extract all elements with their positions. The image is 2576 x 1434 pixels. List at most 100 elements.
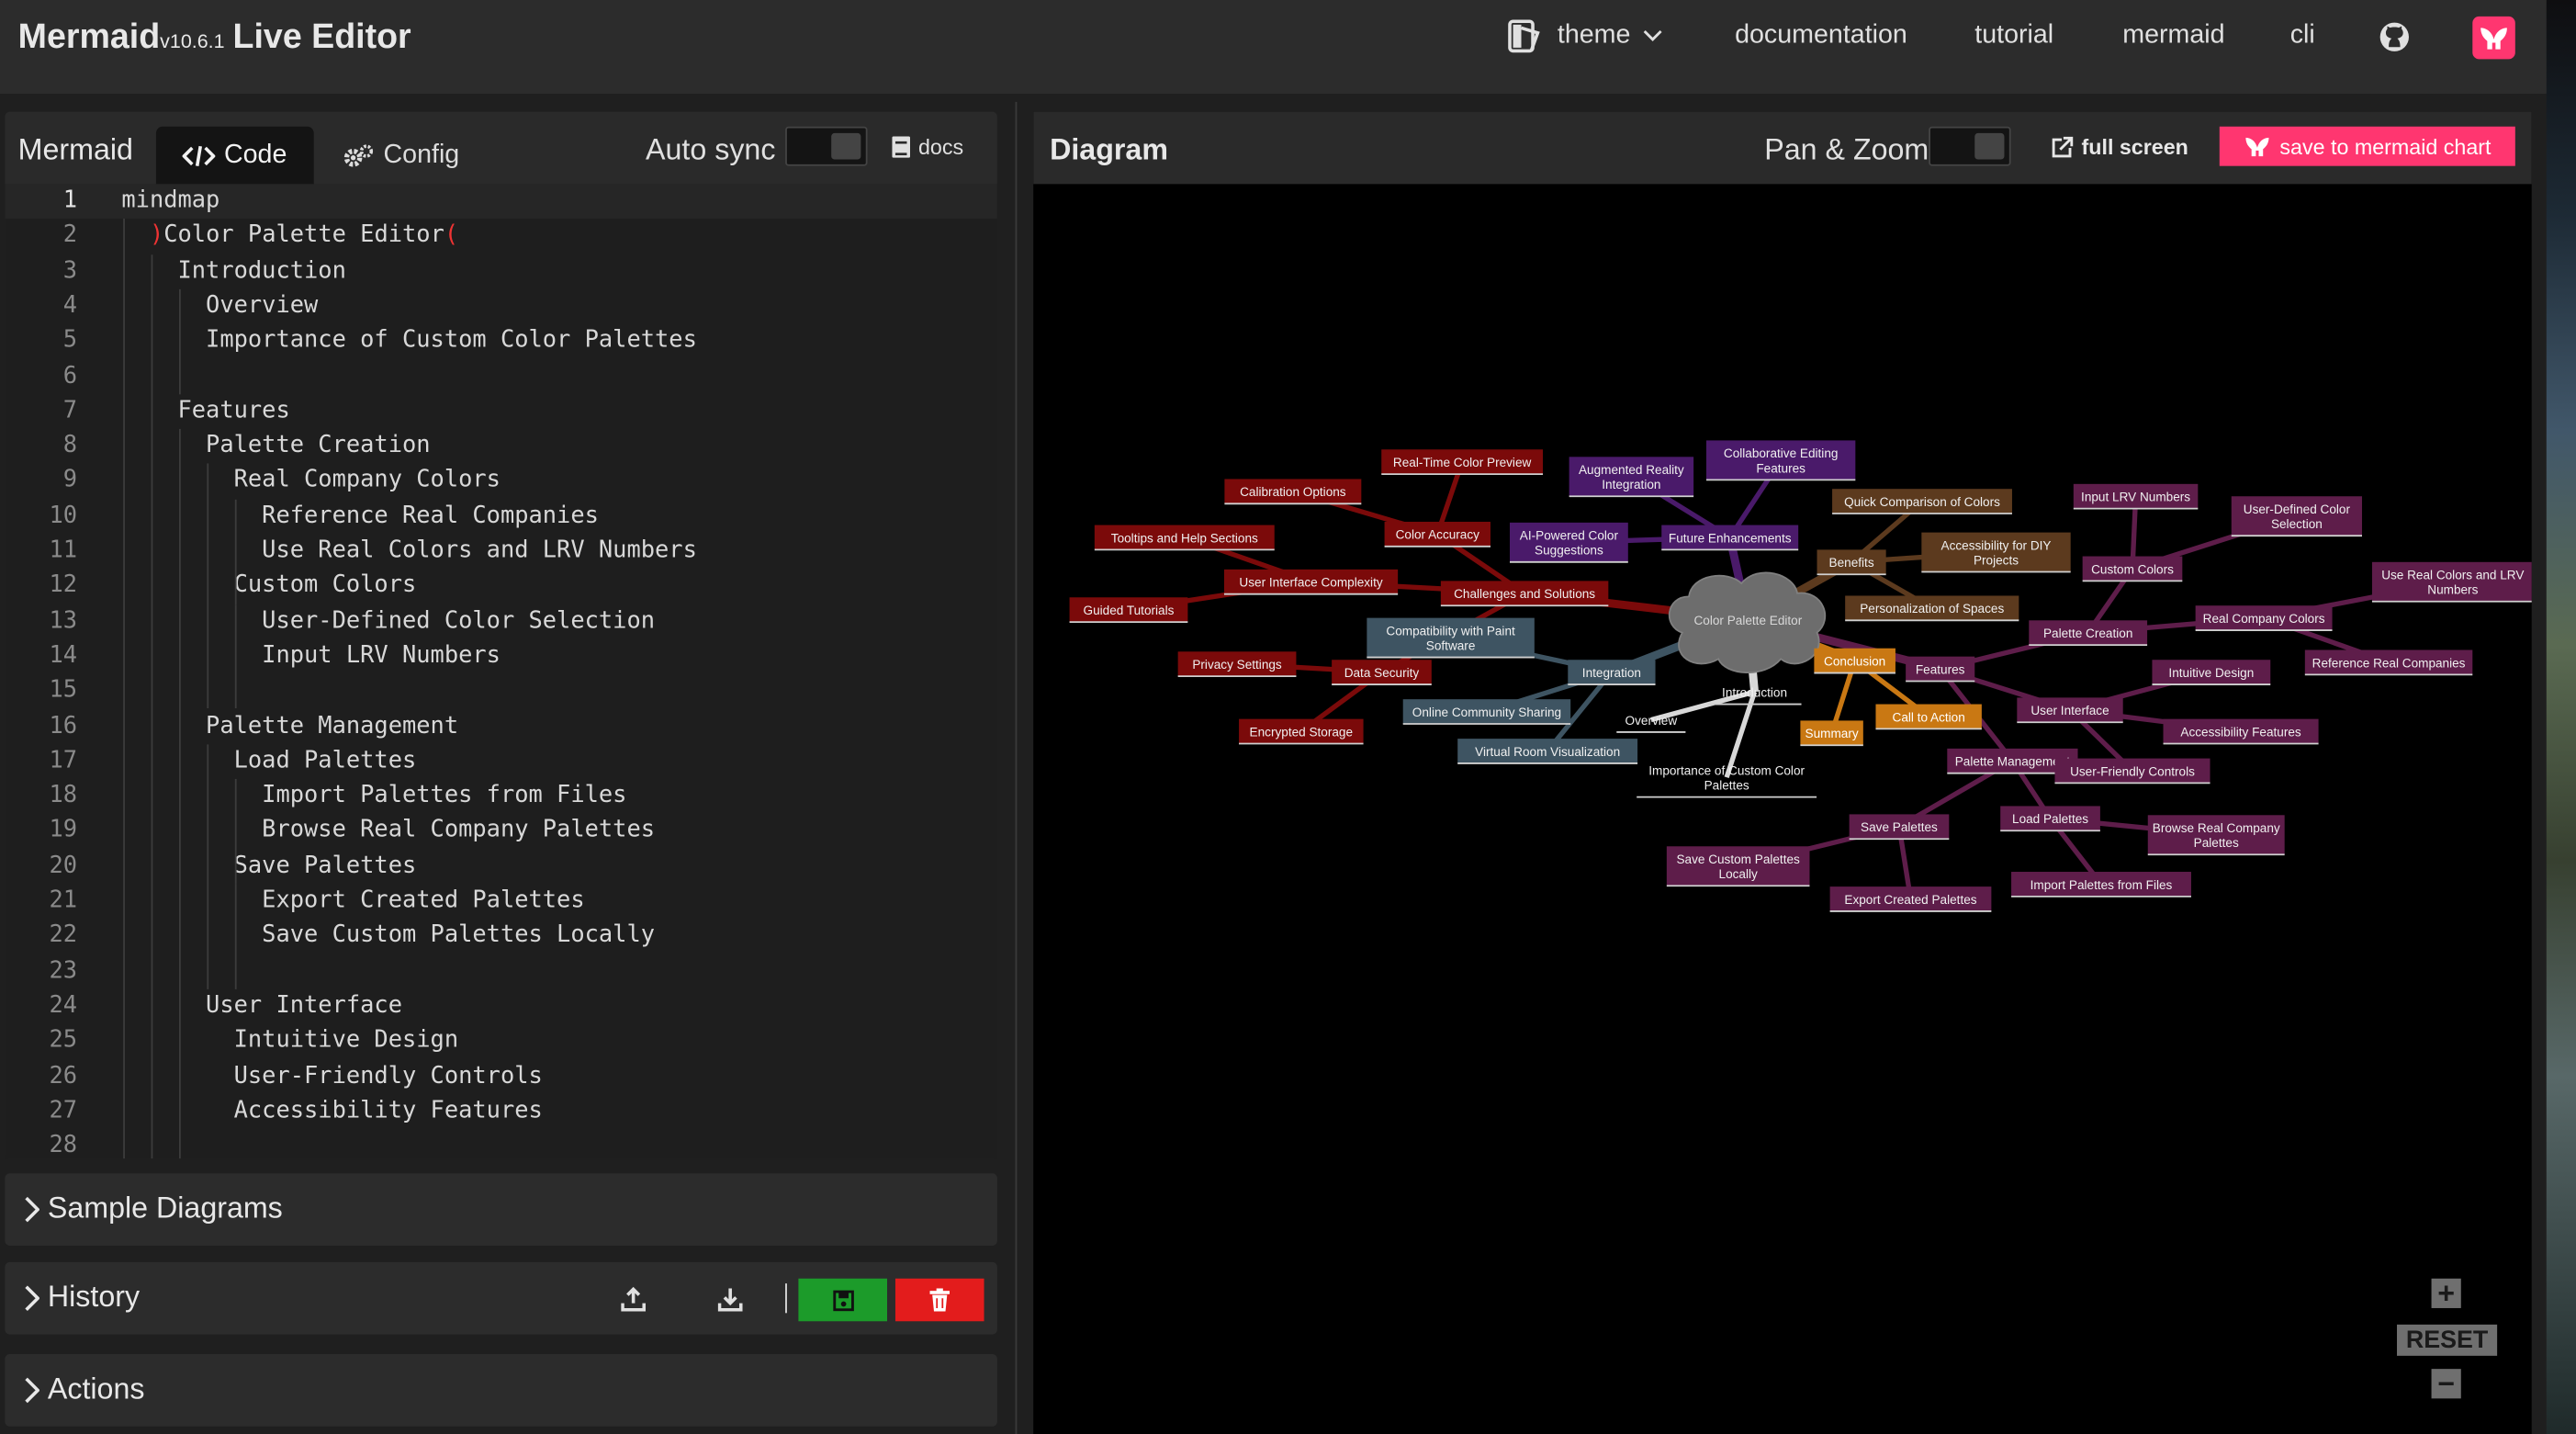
mindmap-node[interactable]: Encrypted Storage	[1239, 718, 1364, 745]
delimiter-open: )	[149, 222, 164, 249]
mindmap-node[interactable]: Input LRV Numbers	[2073, 483, 2199, 510]
mindmap-node-label: Use Real Colors and LRV	[2381, 569, 2524, 582]
mermaid-chart-icon[interactable]	[2472, 16, 2515, 60]
mindmap-node-label: Palettes	[2194, 836, 2239, 850]
mindmap-node[interactable]: Benefits	[1817, 549, 1886, 576]
history-label: History	[47, 1280, 141, 1314]
reset-zoom-button[interactable]: RESET	[2397, 1324, 2498, 1356]
full-screen-label: full screen	[2081, 134, 2188, 160]
mindmap-diagram[interactable]: Color Palette Editor Real-Time Color Prev…	[1033, 184, 2532, 1434]
mindmap-node[interactable]: Features	[1906, 656, 1975, 683]
save-to-mermaid-chart-button[interactable]: save to mermaid chart	[2219, 126, 2515, 166]
mindmap-node-label: Reference Real Companies	[2312, 656, 2466, 670]
mindmap-node[interactable]: Guided Tutorials	[1069, 597, 1188, 623]
theme-menu[interactable]: theme	[1505, 17, 1664, 56]
theme-icon	[1508, 19, 1540, 53]
zoom-out-button[interactable]: −	[2431, 1366, 2461, 1399]
pane-resize-handle[interactable]	[1015, 101, 1018, 1434]
download-icon[interactable]	[717, 1287, 743, 1312]
mindmap-node[interactable]: User Interface	[2017, 697, 2123, 724]
mindmap-node[interactable]: Collaborative EditingFeatures	[1705, 440, 1856, 481]
code-line: 23	[5, 954, 996, 989]
mindmap-node-label: Encrypted Storage	[1250, 725, 1353, 739]
mindmap-node[interactable]: Call to Action	[1875, 704, 1982, 730]
mindmap-node[interactable]: Conclusion	[1814, 648, 1895, 674]
mindmap-node[interactable]: Accessibility for DIYProjects	[1921, 532, 2071, 573]
nav-cli[interactable]: cli	[2290, 21, 2315, 51]
history-section[interactable]: History	[5, 1261, 997, 1335]
delete-history-button[interactable]	[894, 1278, 984, 1322]
code-line: 8 Palette Creation	[5, 429, 996, 464]
code-editor[interactable]: 1 mindmap 2 )Color Palette Editor(3 Introd…	[5, 184, 997, 1159]
mindmap-node-label: Summary	[1805, 727, 1859, 740]
mindmap-node[interactable]: Intuitive Design	[2152, 660, 2271, 685]
code-text: Custom Colors	[121, 572, 417, 599]
upload-icon[interactable]	[621, 1286, 647, 1312]
mindmap-node[interactable]: Save Custom PalettesLocally	[1666, 846, 1810, 887]
brand-name: Mermaid	[17, 17, 161, 56]
auto-sync-toggle[interactable]	[785, 126, 868, 166]
mindmap-node[interactable]: Compatibility with PaintSoftware	[1367, 617, 1535, 659]
mindmap-node[interactable]: User Interface Complexity	[1223, 569, 1399, 595]
mindmap-node[interactable]: User-Defined ColorSelection	[2231, 496, 2362, 537]
mindmap-node[interactable]: Virtual Room Visualization	[1457, 739, 1638, 764]
line-number: 16	[49, 712, 78, 740]
mindmap-node[interactable]: AI-Powered ColorSuggestions	[1509, 522, 1628, 563]
indent-guide	[207, 744, 209, 989]
pan-zoom-toggle[interactable]	[1929, 126, 2011, 166]
mindmap-node[interactable]: Privacy Settings	[1177, 651, 1297, 678]
mindmap-node-label: Color Accuracy	[1396, 528, 1480, 542]
mindmap-node[interactable]: Personalization of Spaces	[1845, 595, 2019, 622]
app-brand[interactable]: Mermaidv10.6.1 Live Editor	[18, 18, 411, 58]
github-icon[interactable]	[2378, 19, 2413, 54]
mindmap-node[interactable]: Future Enhancements	[1661, 525, 1799, 551]
mindmap-node[interactable]: Real-Time Color Preview	[1381, 449, 1544, 475]
code-line: 24 User Interface	[5, 989, 996, 1024]
mindmap-node[interactable]: Quick Comparison of Colors	[1832, 489, 2012, 514]
mindmap-node[interactable]: Reference Real Companies	[2304, 649, 2473, 676]
mindmap-node[interactable]: Overview	[1616, 714, 1686, 733]
mindmap-node[interactable]: Data Security	[1332, 660, 1432, 685]
trash-icon	[929, 1288, 950, 1312]
tab-code[interactable]: Code	[155, 126, 314, 185]
mindmap-node[interactable]: Summary	[1800, 720, 1863, 747]
mindmap-node[interactable]: Use Real Colors and LRVNumbers	[2371, 561, 2532, 603]
mindmap-node[interactable]: Accessibility Features	[2163, 718, 2319, 745]
nav-documentation[interactable]: documentation	[1735, 21, 1907, 51]
mindmap-node[interactable]: Save Palettes	[1849, 814, 1950, 841]
mindmap-node[interactable]: Augmented RealityIntegration	[1569, 457, 1694, 498]
zoom-in-button[interactable]: +	[2431, 1276, 2461, 1309]
code-text: Save Palettes	[121, 852, 417, 879]
mindmap-node[interactable]: Tooltips and Help Sections	[1094, 525, 1275, 551]
sample-diagrams-section[interactable]: Sample Diagrams	[5, 1173, 997, 1246]
full-screen-link[interactable]: full screen	[2052, 135, 2188, 160]
mindmap-node[interactable]: User-Friendly Controls	[2054, 758, 2210, 785]
mindmap-node[interactable]: Import Palettes from Files	[2011, 872, 2191, 898]
code-text: User Interface	[121, 992, 403, 1019]
docs-link[interactable]: docs	[892, 135, 963, 160]
save-history-button[interactable]	[798, 1278, 888, 1322]
mindmap-node[interactable]: Browse Real CompanyPalettes	[2147, 815, 2285, 856]
mindmap-node[interactable]: Export Created Palettes	[1829, 886, 1992, 912]
nav-mermaid[interactable]: mermaid	[2122, 21, 2224, 51]
mindmap-node[interactable]: Real Company Colors	[2195, 605, 2333, 631]
line-number: 4	[62, 292, 78, 319]
actions-section[interactable]: Actions	[5, 1354, 997, 1427]
mindmap-node[interactable]: Integration	[1568, 660, 1656, 685]
mindmap-node[interactable]: Calibration Options	[1224, 479, 1362, 505]
mindmap-node[interactable]: Online Community Sharing	[1402, 699, 1571, 725]
mindmap-node[interactable]: Load Palettes	[2000, 806, 2100, 832]
mindmap-node-label: Real Company Colors	[2203, 612, 2325, 626]
tab-config[interactable]: Config	[327, 127, 475, 185]
mindmap-node[interactable]: Palette Creation	[2029, 620, 2148, 647]
nav-tutorial[interactable]: tutorial	[1974, 21, 2053, 51]
mindmap-node[interactable]: Importance of Custom Color Palettes	[1637, 763, 1817, 798]
code-text: Palette Management	[121, 712, 459, 740]
code-text: Intuitive Design	[121, 1027, 459, 1055]
indent-guide	[123, 219, 125, 1159]
mindmap-node[interactable]: Challenges and Solutions	[1440, 581, 1609, 607]
line-number: 17	[49, 747, 78, 774]
mindmap-node[interactable]: Custom Colors	[2082, 556, 2183, 582]
mindmap-node[interactable]: Color Accuracy	[1384, 521, 1490, 548]
code-line: 20 Save Palettes	[5, 849, 996, 884]
